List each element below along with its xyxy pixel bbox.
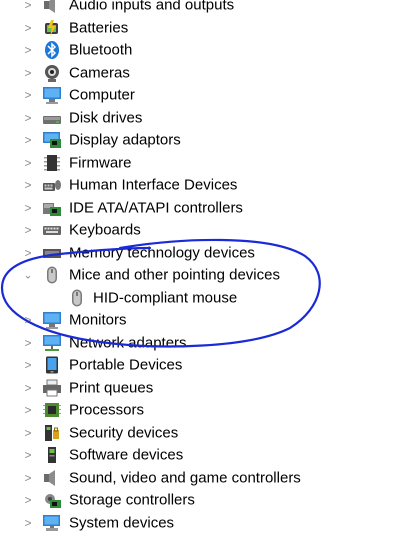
chevron-right-icon[interactable]: >	[22, 448, 34, 462]
chevron-down-icon[interactable]: ⌄	[22, 269, 34, 282]
chevron-right-icon[interactable]: >	[22, 246, 34, 260]
tree-item-processors[interactable]: > Processors	[0, 399, 418, 422]
chevron-right-icon[interactable]: >	[22, 471, 34, 485]
tree-item-batteries[interactable]: > Batteries	[0, 17, 418, 40]
chevron-right-icon[interactable]: >	[22, 336, 34, 350]
tree-item-network[interactable]: > Network adapters	[0, 332, 418, 355]
chevron-right-icon[interactable]: >	[22, 313, 34, 327]
tree-item-label: Processors	[69, 401, 145, 419]
tree-item-label: Storage controllers	[69, 491, 195, 509]
tree-item-label: HID-compliant mouse	[93, 289, 238, 307]
tree-item-label: Human Interface Devices	[69, 176, 238, 194]
network-icon	[42, 334, 62, 352]
ide-controller-icon	[42, 199, 62, 217]
tree-item-label: Display adaptors	[69, 131, 181, 149]
chevron-right-icon[interactable]: >	[22, 111, 34, 125]
tree-item-label: IDE ATA/ATAPI controllers	[69, 199, 243, 217]
portable-device-icon	[42, 356, 62, 374]
chevron-right-icon[interactable]: >	[22, 201, 34, 215]
battery-icon	[42, 19, 62, 37]
tree-item-storage[interactable]: > Storage controllers	[0, 489, 418, 512]
tree-item-hid[interactable]: > Human Interface Devices	[0, 174, 418, 197]
processor-icon	[42, 401, 62, 419]
tree-item-label: Cameras	[69, 64, 130, 82]
software-device-icon	[42, 446, 62, 464]
tree-item-bluetooth[interactable]: > Bluetooth	[0, 39, 418, 62]
tree-item-ide[interactable]: > IDE ATA/ATAPI controllers	[0, 197, 418, 220]
mouse-icon	[67, 289, 87, 307]
tree-item-computer[interactable]: > Computer	[0, 84, 418, 107]
tree-item-label: Keyboards	[69, 221, 141, 239]
tree-item-monitors[interactable]: > Monitors	[0, 309, 418, 332]
monitor-icon	[42, 311, 62, 330]
system-device-icon	[42, 514, 62, 532]
tree-item-cameras[interactable]: > Cameras	[0, 62, 418, 85]
tree-item-label: Sound, video and game controllers	[69, 469, 301, 487]
mouse-icon	[42, 266, 62, 284]
tree-item-label: Disk drives	[69, 109, 143, 127]
chevron-right-icon[interactable]: >	[22, 516, 34, 530]
tree-item-label: Network adapters	[69, 334, 187, 352]
tree-item-software[interactable]: > Software devices	[0, 444, 418, 467]
keyboard-icon	[42, 221, 62, 239]
tree-item-security[interactable]: > Security devices	[0, 422, 418, 445]
tree-item-firmware[interactable]: > Firmware	[0, 152, 418, 175]
tree-item-hid-mouse[interactable]: HID-compliant mouse	[0, 287, 418, 310]
chevron-right-icon[interactable]: >	[22, 358, 34, 372]
tree-item-label: Firmware	[69, 154, 132, 172]
chevron-right-icon[interactable]: >	[22, 493, 34, 507]
device-tree: > Audio inputs and outputs > Batteries >…	[0, 0, 418, 534]
tree-item-label: Audio inputs and outputs	[69, 0, 235, 14]
tree-item-display-adaptors[interactable]: > Display adaptors	[0, 129, 418, 152]
storage-controller-icon	[42, 491, 62, 509]
memory-card-icon	[42, 244, 62, 262]
tree-item-keyboards[interactable]: > Keyboards	[0, 219, 418, 242]
monitor-icon	[42, 86, 62, 105]
chip-icon	[42, 154, 62, 172]
chevron-right-icon[interactable]: >	[22, 178, 34, 192]
chevron-right-icon[interactable]: >	[22, 21, 34, 35]
tree-item-label: System devices	[69, 514, 175, 532]
chevron-right-icon[interactable]: >	[22, 156, 34, 170]
chevron-right-icon[interactable]: >	[22, 66, 34, 80]
tree-item-label: Portable Devices	[69, 356, 183, 374]
tree-item-label: Batteries	[69, 19, 129, 37]
tree-item-portable[interactable]: > Portable Devices	[0, 354, 418, 377]
printer-icon	[42, 379, 62, 397]
chevron-right-icon[interactable]: >	[22, 88, 34, 102]
chevron-right-icon[interactable]: >	[22, 0, 34, 12]
security-key-icon	[42, 424, 62, 442]
chevron-right-icon[interactable]: >	[22, 381, 34, 395]
chevron-right-icon[interactable]: >	[22, 133, 34, 147]
tree-item-audio[interactable]: > Audio inputs and outputs	[0, 0, 418, 17]
chevron-right-icon[interactable]: >	[22, 426, 34, 440]
sound-icon	[42, 469, 62, 487]
display-adapter-icon	[42, 131, 62, 149]
tree-item-label: Software devices	[69, 446, 184, 464]
speaker-icon	[42, 0, 62, 14]
tree-item-label: Mice and other pointing devices	[69, 266, 280, 284]
chevron-right-icon[interactable]: >	[22, 43, 34, 57]
bluetooth-icon	[42, 41, 62, 60]
tree-item-mice[interactable]: ⌄ Mice and other pointing devices	[0, 264, 418, 287]
tree-item-print-queues[interactable]: > Print queues	[0, 377, 418, 400]
tree-item-label: Computer	[69, 86, 135, 104]
tree-item-label: Security devices	[69, 424, 179, 442]
disk-icon	[42, 109, 62, 127]
chevron-right-icon[interactable]: >	[22, 223, 34, 237]
webcam-icon	[42, 64, 62, 82]
chevron-right-icon[interactable]: >	[22, 403, 34, 417]
tree-item-label: Memory technology devices	[69, 244, 255, 262]
tree-item-label: Monitors	[69, 311, 127, 329]
tree-item-label: Bluetooth	[69, 41, 133, 59]
tree-item-disk-drives[interactable]: > Disk drives	[0, 107, 418, 130]
tree-item-memory[interactable]: > Memory technology devices	[0, 242, 418, 265]
hid-icon	[42, 176, 62, 194]
tree-item-sound[interactable]: > Sound, video and game controllers	[0, 467, 418, 490]
tree-item-system[interactable]: > System devices	[0, 512, 418, 535]
tree-item-label: Print queues	[69, 379, 154, 397]
